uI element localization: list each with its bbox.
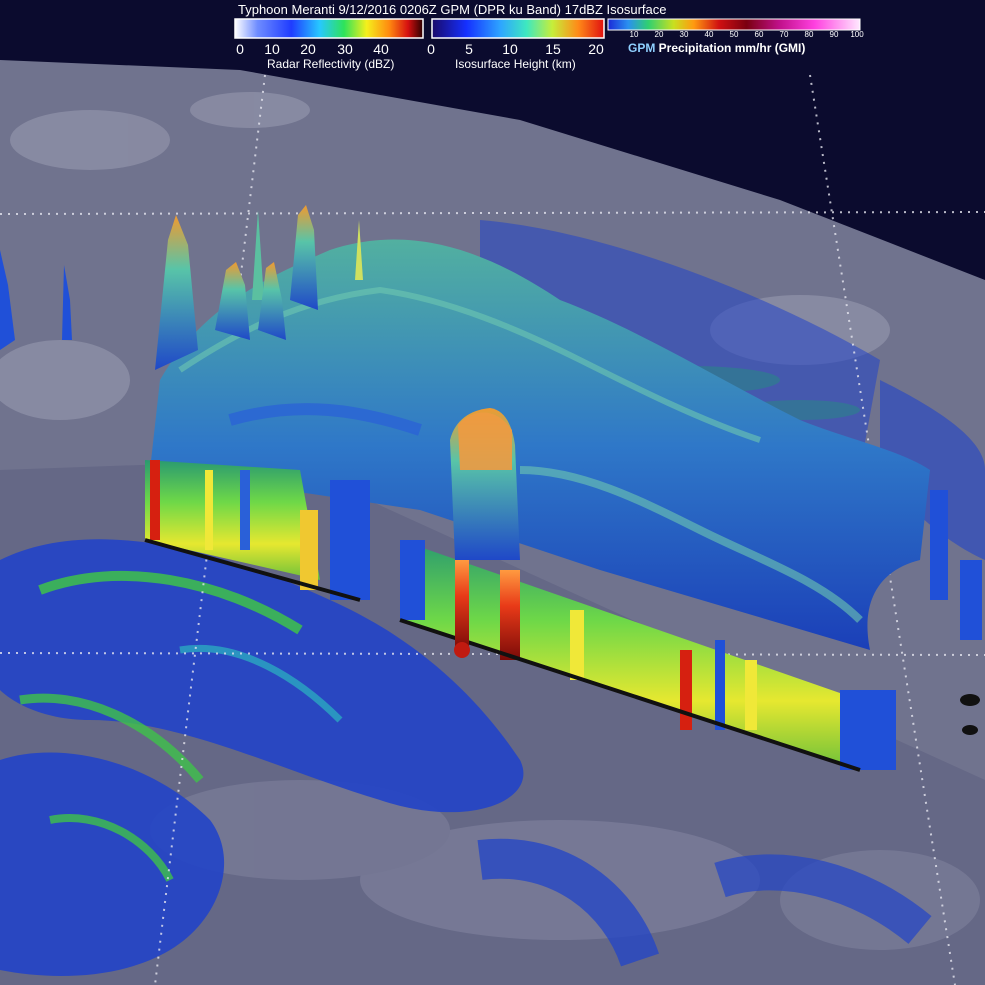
gpm-brand-text: GPM <box>628 41 656 55</box>
radar-3d-visualization <box>0 0 985 985</box>
height-tick: 20 <box>588 41 604 57</box>
height-tick: 5 <box>465 41 473 57</box>
precip-tick: 40 <box>704 30 714 39</box>
precip-colorbar <box>607 18 861 31</box>
precip-tick: 90 <box>829 30 839 39</box>
precip-tick: 10 <box>629 30 639 39</box>
reflectivity-label: Radar Reflectivity (dBZ) <box>267 57 395 71</box>
reflectivity-colorbar <box>234 18 424 39</box>
precip-tick: 60 <box>754 30 764 39</box>
precip-tick: 100 <box>850 30 864 39</box>
precip-tick: 20 <box>654 30 664 39</box>
reflectivity-tick: 0 <box>236 41 244 57</box>
height-colorbar <box>431 18 605 39</box>
height-tick: 0 <box>427 41 435 57</box>
reflectivity-tick: 10 <box>264 41 280 57</box>
reflectivity-tick: 20 <box>300 41 316 57</box>
height-tick: 10 <box>502 41 518 57</box>
precip-tick: 80 <box>804 30 814 39</box>
reflectivity-tick: 40 <box>373 41 389 57</box>
figure-title: Typhoon Meranti 9/12/2016 0206Z GPM (DPR… <box>238 2 667 17</box>
precip-tick: 50 <box>729 30 739 39</box>
reflectivity-tick: 30 <box>337 41 353 57</box>
precip-label: GPM Precipitation mm/hr (GMI) <box>628 41 805 55</box>
height-tick: 15 <box>545 41 561 57</box>
precip-label-text: Precipitation mm/hr (GMI) <box>655 41 806 55</box>
precip-tick: 70 <box>779 30 789 39</box>
height-label: Isosurface Height (km) <box>455 57 576 71</box>
precip-tick: 30 <box>679 30 689 39</box>
